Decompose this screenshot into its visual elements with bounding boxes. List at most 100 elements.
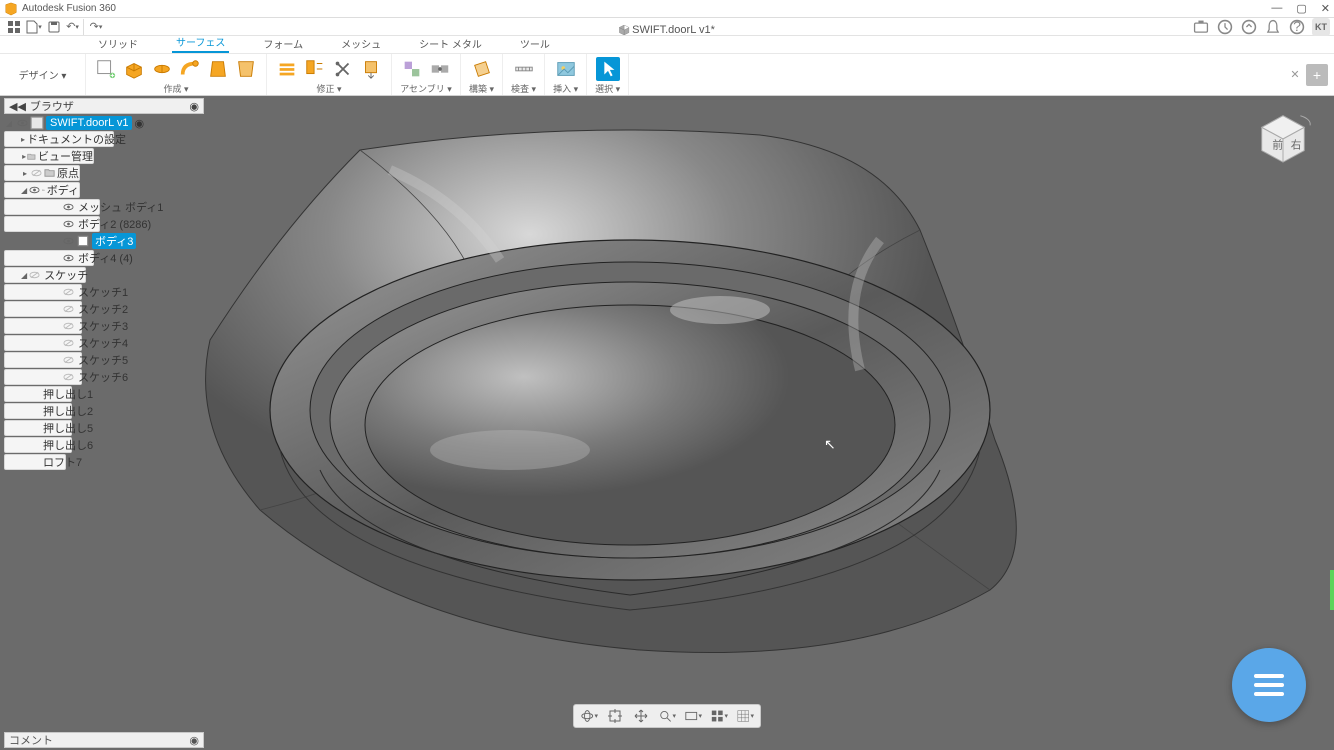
tab-mesh[interactable]: メッシュ [337, 34, 385, 53]
help-fab-button[interactable] [1232, 648, 1306, 722]
orbit-icon[interactable]: ▾ [580, 707, 598, 725]
pan-icon[interactable] [632, 707, 650, 725]
tree-feature-item[interactable]: 押し出し1 [4, 386, 72, 402]
tree-body-item[interactable]: ボディ4 (4) [4, 250, 94, 266]
tab-form[interactable]: フォーム [259, 34, 307, 53]
tree-root[interactable]: ◢ SWIFT.doorL v1 ◉ [4, 115, 204, 131]
visibility-icon[interactable] [62, 236, 74, 246]
fit-icon[interactable]: ▾ [684, 707, 702, 725]
ribbon-label-modify[interactable]: 修正 ▾ [316, 82, 341, 95]
notifications-icon[interactable] [1264, 18, 1282, 36]
display-settings-icon[interactable]: ▾ [710, 707, 728, 725]
trim-icon[interactable] [331, 57, 355, 81]
new-tab-button[interactable]: + [1306, 64, 1328, 86]
visibility-icon[interactable] [16, 118, 28, 128]
ribbon-label-construct[interactable]: 構築 ▾ [469, 82, 494, 95]
expand-icon[interactable]: ▸ [21, 169, 29, 178]
tab-solid[interactable]: ソリッド [94, 34, 142, 53]
tree-body-item[interactable]: メッシュ ボディ1 [4, 199, 100, 215]
expand-icon[interactable]: ◢ [21, 186, 27, 195]
panel-settings-icon[interactable]: ◉ [189, 100, 199, 113]
updates-icon[interactable] [1240, 18, 1258, 36]
document-tab[interactable]: SWIFT.doorL v1* [619, 24, 715, 36]
visibility-off-icon[interactable] [31, 168, 42, 178]
ribbon-label-inspect[interactable]: 検査 ▾ [511, 82, 536, 95]
insert-decal-icon[interactable] [554, 57, 578, 81]
redo-icon[interactable]: ↷▾ [86, 19, 106, 35]
visibility-off-icon[interactable] [63, 304, 74, 314]
loft-icon[interactable] [206, 57, 230, 81]
assembly-joint-icon[interactable] [428, 57, 452, 81]
radio-icon[interactable]: ◉ [134, 117, 144, 130]
tab-surface[interactable]: サーフェス [172, 32, 229, 53]
maximize-button[interactable]: ▢ [1296, 2, 1306, 15]
fillet-icon[interactable] [303, 57, 327, 81]
visibility-off-icon[interactable] [29, 270, 40, 280]
tree-body-item-selected[interactable]: ボディ3 [4, 233, 204, 249]
tree-view-mgmt[interactable]: ▸ ビュー管理 [4, 148, 94, 164]
tab-tools[interactable]: ツール [516, 34, 554, 53]
press-pull-icon[interactable] [275, 57, 299, 81]
tree-body-item[interactable]: ボディ2 (8286) [4, 216, 100, 232]
tree-sketch-item[interactable]: スケッチ4 [4, 335, 82, 351]
panel-settings-icon[interactable]: ◉ [189, 734, 199, 747]
ribbon-label-create[interactable]: 作成 ▾ [163, 82, 188, 95]
select-icon[interactable] [596, 57, 620, 81]
tree-sketches[interactable]: ◢ スケッチ [4, 267, 86, 283]
visibility-icon[interactable] [63, 253, 74, 263]
visibility-off-icon[interactable] [63, 338, 74, 348]
design-dropdown[interactable]: デザイン ▾ [0, 54, 86, 95]
tree-bodies[interactable]: ◢ ボディ [4, 182, 80, 198]
tree-doc-settings[interactable]: ▸ ドキュメントの設定 [4, 131, 114, 147]
zoom-icon[interactable]: ▾ [658, 707, 676, 725]
visibility-off-icon[interactable] [63, 355, 74, 365]
tree-sketch-item[interactable]: スケッチ1 [4, 284, 82, 300]
file-menu-icon[interactable]: ▾ [24, 19, 44, 35]
undo-icon[interactable]: ↶▾ [64, 19, 84, 35]
pin-icon[interactable]: ◀◀ [9, 100, 26, 113]
tree-sketch-item[interactable]: スケッチ5 [4, 352, 82, 368]
expand-icon[interactable]: ◢ [4, 119, 14, 128]
extrude-icon[interactable] [122, 57, 146, 81]
expand-icon[interactable]: ▸ [21, 135, 25, 144]
close-tab-button[interactable]: ✕ [1288, 68, 1302, 82]
tree-origin[interactable]: ▸ 原点 [4, 165, 80, 181]
extensions-icon[interactable] [1192, 18, 1210, 36]
tree-sketch-item[interactable]: スケッチ2 [4, 301, 82, 317]
help-icon[interactable]: ? [1288, 18, 1306, 36]
visibility-off-icon[interactable] [63, 372, 74, 382]
data-panel-icon[interactable] [4, 19, 24, 35]
look-at-icon[interactable] [606, 707, 624, 725]
close-window-button[interactable]: ✕ [1321, 2, 1330, 15]
tree-feature-item[interactable]: ロフト7 [4, 454, 66, 470]
tree-sketch-item[interactable]: スケッチ3 [4, 318, 82, 334]
grid-snap-icon[interactable]: ▾ [736, 707, 754, 725]
ribbon-label-select[interactable]: 選択 ▾ [595, 82, 620, 95]
extend-icon[interactable] [359, 57, 383, 81]
browser-panel-header[interactable]: ◀◀ ブラウザ ◉ [4, 98, 204, 114]
patch-icon[interactable] [234, 57, 258, 81]
tab-sheet-metal[interactable]: シート メタル [415, 34, 486, 53]
tree-feature-item[interactable]: 押し出し5 [4, 420, 72, 436]
job-status-icon[interactable] [1216, 18, 1234, 36]
expand-icon[interactable]: ◢ [21, 271, 27, 280]
visibility-icon[interactable] [63, 219, 74, 229]
comments-panel-header[interactable]: コメント ◉ [4, 732, 204, 748]
ribbon-label-assembly[interactable]: アセンブリ ▾ [400, 82, 452, 95]
construct-plane-icon[interactable] [470, 57, 494, 81]
assembly-new-component-icon[interactable] [400, 57, 424, 81]
sweep-icon[interactable] [178, 57, 202, 81]
visibility-icon[interactable] [29, 185, 40, 195]
tree-sketch-item[interactable]: スケッチ6 [4, 369, 82, 385]
visibility-off-icon[interactable] [63, 287, 74, 297]
root-label[interactable]: SWIFT.doorL v1 [46, 116, 132, 130]
inspect-measure-icon[interactable] [512, 57, 536, 81]
user-avatar[interactable]: KT [1312, 18, 1330, 36]
view-cube[interactable]: 前 右 [1254, 108, 1312, 166]
minimize-button[interactable]: — [1271, 2, 1282, 15]
model-render[interactable] [160, 110, 1220, 670]
visibility-off-icon[interactable] [63, 321, 74, 331]
revolve-icon[interactable] [150, 57, 174, 81]
ribbon-label-insert[interactable]: 挿入 ▾ [553, 82, 578, 95]
create-sketch-icon[interactable] [94, 57, 118, 81]
